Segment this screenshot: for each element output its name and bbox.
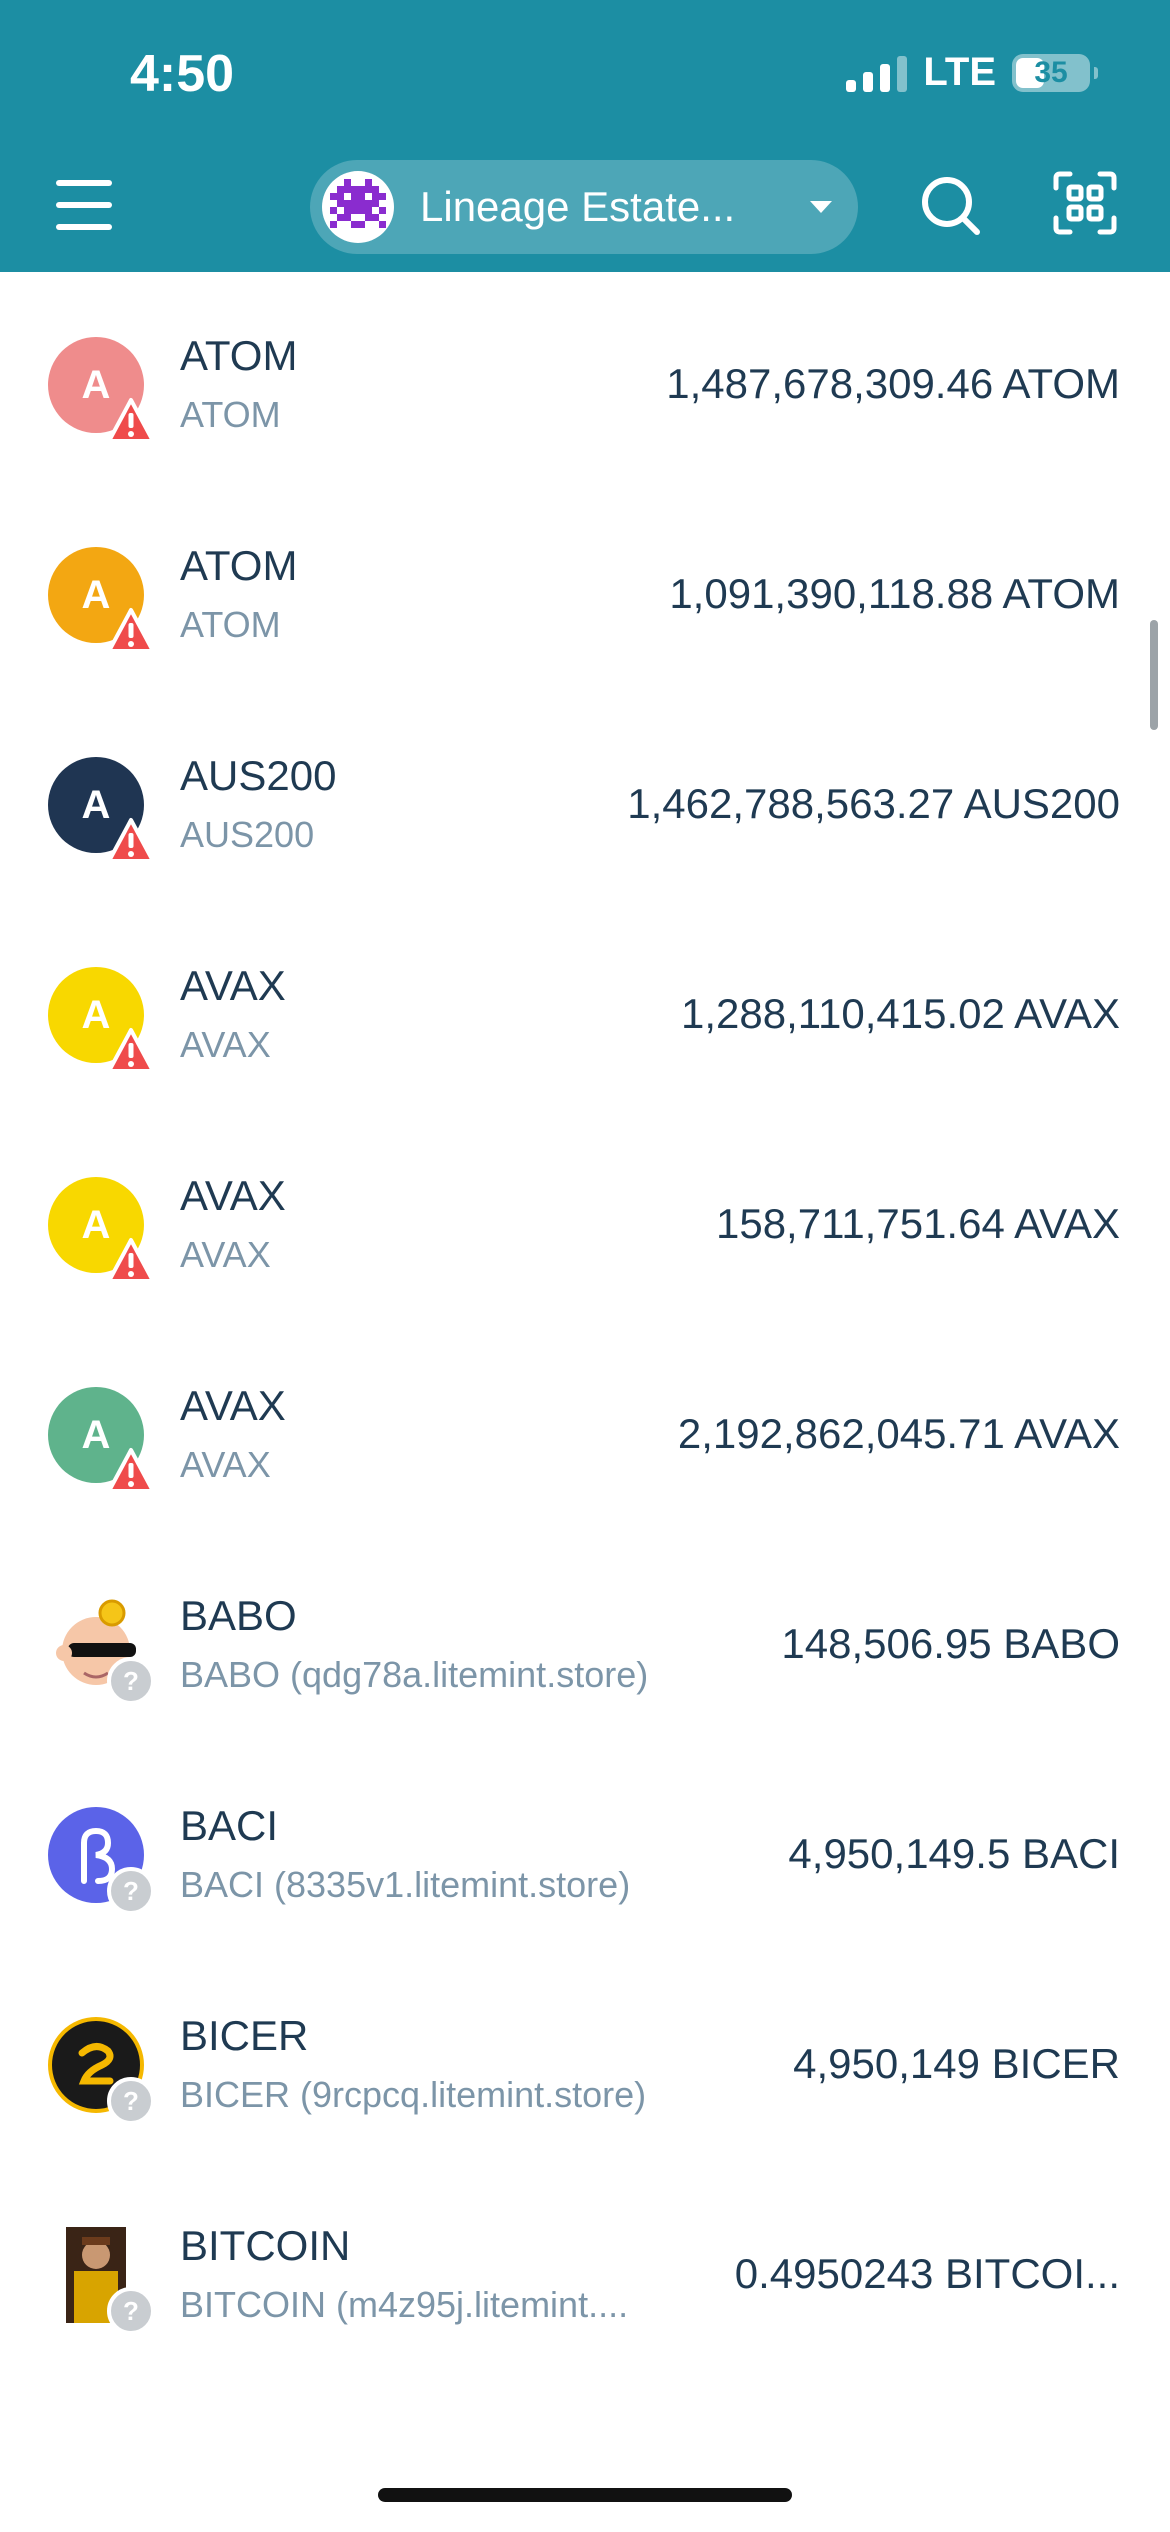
token-name: AVAX	[180, 1172, 286, 1219]
unknown-icon: ?	[107, 2287, 155, 2335]
status-time: 4:50	[130, 45, 235, 103]
scan-button[interactable]	[1052, 170, 1122, 240]
wallet-avatar-icon	[322, 171, 394, 243]
status-icons: LTE 35	[846, 50, 1098, 95]
search-icon	[922, 177, 980, 235]
token-row[interactable]: A ATOM ATOM 1,487,678,309.46 ATOM	[0, 272, 1170, 482]
token-row[interactable]: A AVAX AVAX 1,288,110,415.02 AVAX	[0, 902, 1170, 1112]
battery-level: 35	[1034, 55, 1068, 89]
token-name: BICER	[180, 2012, 309, 2059]
token-subtitle: AUS200	[180, 814, 315, 855]
menu-button[interactable]	[56, 180, 112, 230]
token-name: ATOM	[180, 332, 298, 379]
warning-icon	[107, 398, 155, 443]
menu-icon	[56, 180, 112, 186]
wallet-name: Lineage Estate...	[420, 183, 736, 230]
token-row[interactable]: A ATOM ATOM 1,091,390,118.88 ATOM	[0, 482, 1170, 692]
token-list: A ATOM ATOM 1,487,678,309.46 ATOM A ATOM…	[0, 272, 1170, 2372]
token-amount: 1,091,390,118.88 ATOM	[669, 570, 1120, 617]
signal-icon	[846, 54, 908, 92]
token-subtitle: BABO (qdg78a.litemint.store)	[180, 1654, 649, 1695]
token-row[interactable]: A AVAX AVAX 158,711,751.64 AVAX	[0, 1112, 1170, 1322]
token-subtitle: ATOM	[180, 394, 281, 435]
token-amount: 1,487,678,309.46 ATOM	[666, 360, 1120, 407]
token-subtitle: AVAX	[180, 1444, 271, 1485]
token-subtitle: AVAX	[180, 1234, 271, 1275]
token-name: ATOM	[180, 542, 298, 589]
token-name: BABO	[180, 1592, 297, 1639]
token-amount: 158,711,751.64 AVAX	[715, 1200, 1120, 1247]
token-amount: 4,950,149 BICER	[793, 2040, 1120, 2087]
token-subtitle: BICER (9rcpcq.litemint.store)	[180, 2074, 647, 2115]
search-button[interactable]	[915, 170, 985, 240]
token-amount: 148,506.95 BABO	[781, 1620, 1120, 1667]
chevron-down-icon	[810, 201, 832, 213]
token-name: BACI	[180, 1802, 279, 1849]
unknown-icon: ?	[107, 1657, 155, 1705]
token-amount: 2,192,862,045.71 AVAX	[677, 1410, 1120, 1457]
svg-text:?: ?	[123, 2296, 139, 2326]
warning-icon	[107, 608, 155, 653]
wallet-selector[interactable]: Lineage Estate...	[310, 160, 858, 254]
scrollbar[interactable]	[1150, 620, 1158, 730]
svg-text:?: ?	[123, 1666, 139, 1696]
token-name: AUS200	[180, 752, 337, 799]
qr-scan-icon	[1053, 171, 1117, 235]
token-subtitle: ATOM	[180, 604, 281, 645]
token-name: AVAX	[180, 1382, 286, 1429]
svg-text:?: ?	[123, 2086, 139, 2116]
battery-icon: 35	[1012, 53, 1098, 92]
top-bar: 4:50 LTE 35 Lineage Estate...	[0, 0, 1170, 272]
warning-icon	[107, 1238, 155, 1283]
home-indicator[interactable]	[378, 2488, 792, 2502]
token-amount: 1,462,788,563.27 AUS200	[627, 780, 1120, 827]
token-row[interactable]: ? BICER BICER (9rcpcq.litemint.store) 4,…	[0, 1952, 1170, 2162]
warning-icon	[107, 1448, 155, 1493]
network-label: LTE	[923, 50, 996, 94]
token-amount: 1,288,110,415.02 AVAX	[680, 990, 1120, 1037]
token-amount: 4,950,149.5 BACI	[788, 1830, 1120, 1877]
token-name: AVAX	[180, 962, 286, 1009]
token-row[interactable]: ? BITCOIN BITCOIN (m4z95j.litemint.... 0…	[0, 2162, 1170, 2372]
warning-icon	[107, 818, 155, 863]
token-name: BITCOIN	[180, 2222, 351, 2269]
token-row[interactable]: ? BACI BACI (8335v1.litemint.store) 4,95…	[0, 1742, 1170, 1952]
warning-icon	[107, 1028, 155, 1073]
unknown-icon: ?	[107, 1867, 155, 1915]
svg-text:?: ?	[123, 1876, 139, 1906]
token-row[interactable]: ? BABO BABO (qdg78a.litemint.store) 148,…	[0, 1532, 1170, 1742]
unknown-icon: ?	[107, 2077, 155, 2125]
token-amount: 0.4950243 BITCOI...	[734, 2250, 1120, 2297]
token-row[interactable]: A AVAX AVAX 2,192,862,045.71 AVAX	[0, 1322, 1170, 1532]
token-subtitle: BITCOIN (m4z95j.litemint....	[180, 2284, 629, 2325]
token-subtitle: BACI (8335v1.litemint.store)	[180, 1864, 631, 1905]
token-subtitle: AVAX	[180, 1024, 271, 1065]
token-row[interactable]: A AUS200 AUS200 1,462,788,563.27 AUS200	[0, 692, 1170, 902]
